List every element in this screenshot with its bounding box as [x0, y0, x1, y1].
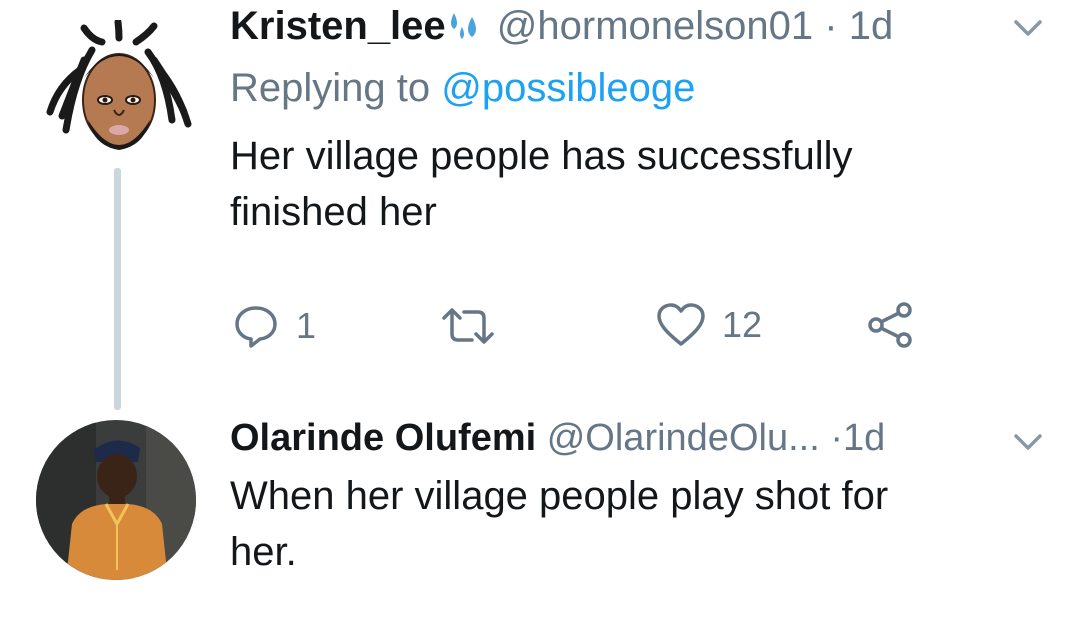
reply-mention-link[interactable]: @possibleoge [441, 66, 695, 110]
tweet-text: Her village people has successfully fini… [230, 128, 1030, 240]
separator-dot: · [824, 4, 838, 48]
like-button[interactable]: 12 [656, 302, 762, 348]
user-handle[interactable]: @OlarindeOlu... [547, 417, 820, 459]
reply-count: 1 [296, 305, 317, 346]
retweet-icon [442, 308, 494, 344]
separator-dot: · [830, 417, 843, 459]
reply-button[interactable]: 1 [232, 302, 316, 350]
tweet-2[interactable]: Olarinde Olufemi @OlarindeOlu... ·1d Whe… [0, 410, 1080, 621]
tweet-1[interactable]: Kristen_lee @hormonelson01 · 1d Replying… [0, 0, 1080, 410]
replying-to-label: Replying to [230, 66, 431, 110]
reply-icon [235, 306, 277, 348]
heart-icon [657, 303, 705, 346]
display-name[interactable]: Kristen_lee [230, 4, 446, 48]
tweet-actions: 1 12 [0, 298, 1080, 358]
tweet-header: Kristen_lee @hormonelson01 · 1d [230, 2, 893, 50]
chevron-down-icon[interactable] [1008, 428, 1048, 458]
user-handle[interactable]: @hormonelson01 [497, 4, 813, 48]
replying-to: Replying to @possibleoge [230, 64, 695, 112]
tweet-text-line: When her village people play shot for [230, 474, 889, 518]
timestamp[interactable]: 1d [843, 417, 885, 459]
retweet-button[interactable] [440, 304, 512, 348]
thread-connector-line [114, 168, 121, 410]
timestamp[interactable]: 1d [849, 4, 894, 48]
sweat-droplets-icon [446, 6, 486, 42]
avatar-olarinde-olufemi[interactable] [36, 420, 196, 580]
tweet-text-line: her. [230, 530, 297, 574]
tweet-text-line: Her village people has successfully [230, 134, 853, 178]
share-icon [868, 302, 912, 348]
like-count: 12 [722, 304, 763, 345]
avatar-kristen-lee[interactable] [44, 20, 194, 170]
tweet-text: When her village people play shot for he… [230, 468, 1030, 580]
tweet-text-line: finished her [230, 190, 437, 234]
chevron-down-icon[interactable] [1008, 14, 1048, 44]
share-button[interactable] [866, 300, 916, 350]
tweet-header: Olarinde Olufemi @OlarindeOlu... ·1d [230, 414, 885, 462]
display-name[interactable]: Olarinde Olufemi [230, 417, 536, 459]
